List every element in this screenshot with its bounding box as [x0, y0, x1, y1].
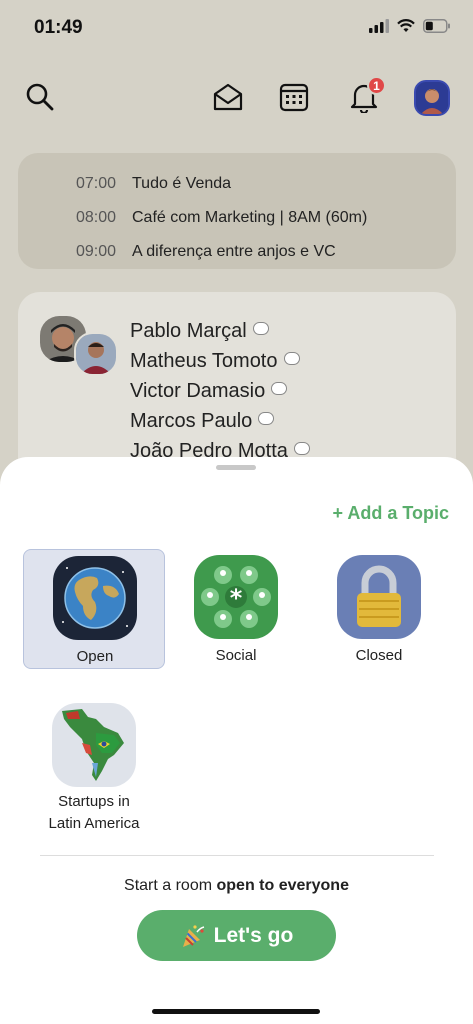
speaker-list: Pablo Marçal Matheus Tomoto Victor Damas…	[130, 316, 310, 466]
room-type-label: Open	[76, 648, 114, 665]
start-room-sheet: + Add a Topic Open * Social Closed Start…	[0, 457, 473, 1024]
calendar-icon	[279, 83, 309, 112]
speaker-name: Matheus Tomoto	[130, 349, 278, 372]
divider	[40, 855, 434, 856]
lock-icon	[337, 555, 421, 639]
chat-bubble-icon	[293, 441, 310, 455]
club-startups-latin-america[interactable]: Startups in Latin America	[23, 697, 165, 847]
people-icon: *	[194, 555, 278, 639]
schedule-title: A diferença entre anjos e VC	[132, 243, 336, 260]
start-caption-prefix: Start a room	[124, 877, 217, 894]
avatar-photo	[416, 82, 448, 114]
speaker-name: Victor Damasio	[130, 379, 266, 402]
start-caption-bold: open to everyone	[216, 877, 349, 894]
room-type-social[interactable]: * Social	[165, 549, 307, 669]
room-type-label: Closed	[355, 647, 403, 664]
schedule-time: 08:00	[75, 209, 116, 226]
home-indicator	[152, 1009, 320, 1014]
battery-icon	[423, 19, 450, 33]
chat-bubble-icon	[271, 381, 288, 395]
signal-icon	[369, 19, 389, 33]
search-icon	[26, 83, 54, 111]
speaker-photo	[76, 334, 116, 374]
invite-button[interactable]	[210, 78, 246, 116]
profile-avatar[interactable]	[414, 80, 450, 116]
speaker-row: Matheus Tomoto	[130, 346, 310, 376]
speaker-row: Victor Damasio	[130, 376, 310, 406]
speaker-row: Marcos Paulo	[130, 406, 310, 436]
club-label-line1: Startups in	[58, 793, 130, 810]
schedule-item[interactable]: 08:00 Café com Marketing | 8AM (60m)	[18, 201, 456, 235]
calendar-button[interactable]	[276, 78, 312, 116]
schedule-title: Tudo é Venda	[132, 175, 232, 192]
speaker-avatar	[74, 332, 118, 376]
club-label-line2: Latin America	[48, 815, 140, 832]
speaker-row: Pablo Marçal	[130, 316, 310, 346]
sheet-grabber[interactable]	[216, 465, 256, 470]
chat-bubble-icon	[283, 351, 300, 365]
chat-bubble-icon	[252, 321, 269, 335]
chat-bubble-icon	[258, 411, 275, 425]
start-room-caption: Start a room open to everyone	[0, 877, 473, 895]
notifications-button[interactable]: 1	[346, 76, 386, 116]
schedule-title: Café com Marketing | 8AM (60m)	[132, 209, 368, 226]
speaker-name: Marcos Paulo	[130, 409, 253, 432]
lets-go-button[interactable]: Let's go	[137, 910, 336, 961]
svg-text:*: *	[230, 584, 243, 612]
schedule-time: 07:00	[75, 175, 116, 192]
schedule-item[interactable]: 07:00 Tudo é Venda	[18, 167, 456, 201]
latin-america-map-icon	[52, 703, 136, 787]
status-icons	[369, 19, 451, 33]
upcoming-schedule[interactable]: 07:00 Tudo é Venda 08:00 Café com Market…	[18, 153, 456, 269]
globe-icon	[53, 556, 137, 640]
envelope-icon	[213, 83, 243, 111]
schedule-time: 09:00	[75, 243, 116, 260]
add-topic-button[interactable]: + Add a Topic	[332, 503, 449, 524]
wifi-icon	[397, 19, 415, 32]
room-type-open[interactable]: Open	[23, 549, 165, 669]
status-time: 01:49	[34, 17, 83, 38]
lets-go-label: Let's go	[213, 923, 294, 947]
schedule-item[interactable]: 09:00 A diferença entre anjos e VC	[18, 235, 456, 269]
party-popper-icon	[182, 924, 204, 947]
room-type-label: Social	[215, 647, 257, 664]
status-bar: 01:49	[0, 0, 473, 56]
notification-badge: 1	[367, 76, 386, 95]
room-type-closed[interactable]: Closed	[308, 549, 450, 669]
search-button[interactable]	[22, 78, 58, 116]
top-nav: 1	[0, 76, 473, 118]
speaker-name: Pablo Marçal	[130, 319, 247, 342]
club-label: Startups in Latin America	[23, 791, 165, 835]
